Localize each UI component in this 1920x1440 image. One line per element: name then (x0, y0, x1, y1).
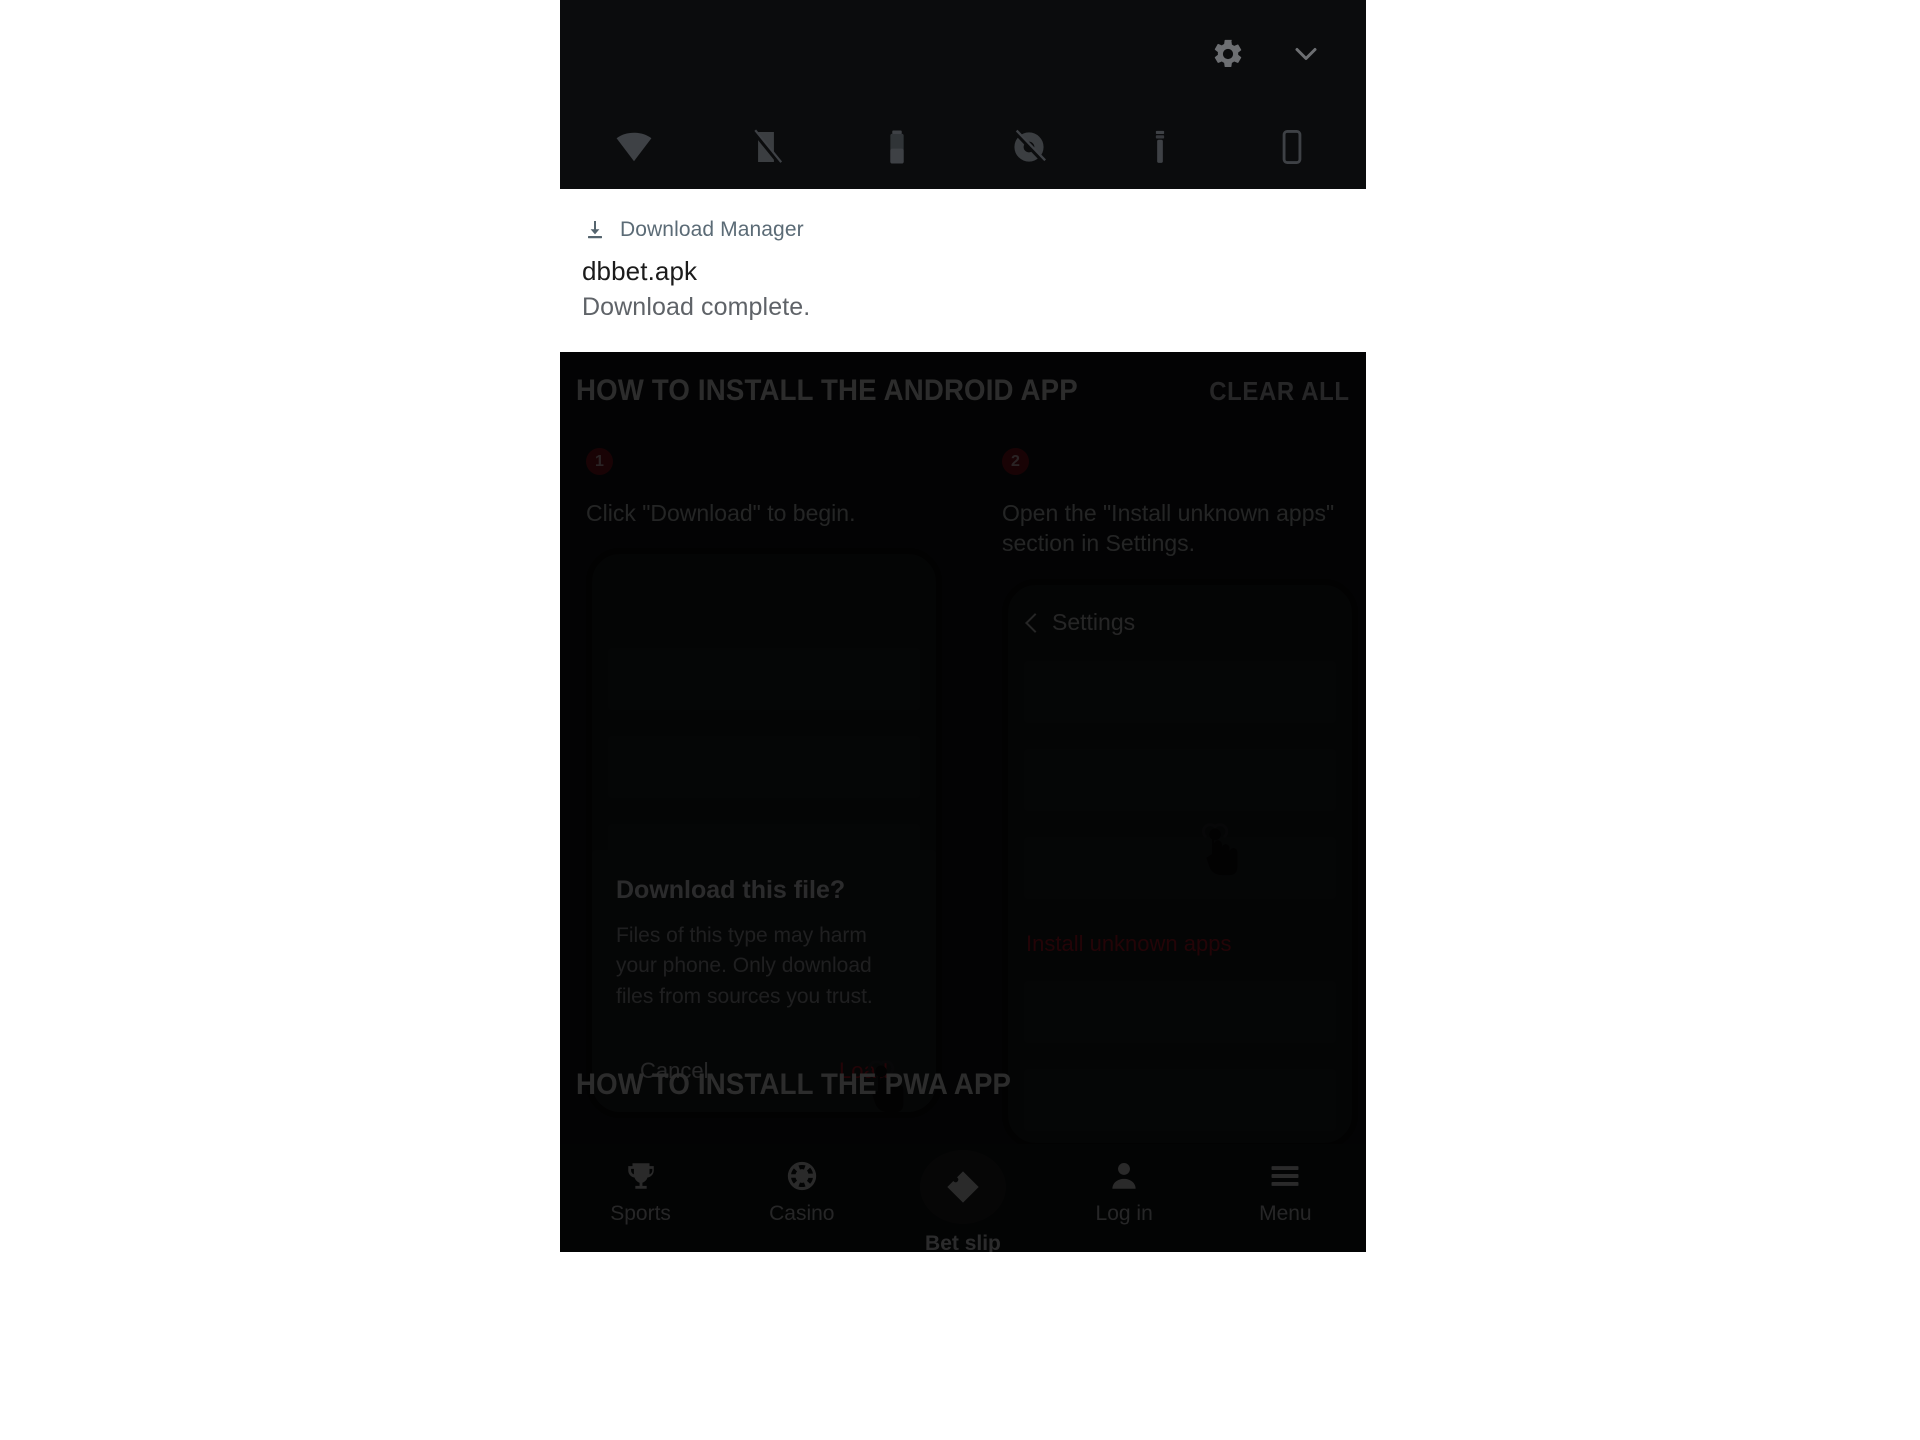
skeleton-row (608, 736, 920, 799)
flashlight-icon[interactable] (1114, 116, 1206, 178)
casino-chip-icon (782, 1156, 822, 1196)
install-steps: 1 Click "Download" to begin. Download th… (576, 448, 1358, 1149)
android-section-title: HOW TO INSTALL THE ANDROID APP (576, 374, 1078, 407)
install-step-2: 2 Open the "Install unknown apps" sectio… (1002, 448, 1362, 1149)
phone-rotate-icon[interactable] (1246, 116, 1338, 178)
nav-label: Menu (1259, 1202, 1312, 1225)
dialog-title: Download this file? (616, 876, 846, 905)
dialog-body: Files of this type may harm your phone. … (616, 924, 873, 1008)
pwa-section-header: HOW TO INSTALL THE PWA APP (576, 1068, 1049, 1102)
step-number-badge: 1 (586, 448, 613, 475)
skeleton-row (608, 648, 920, 711)
diamond-icon (919, 1150, 1006, 1224)
nav-label: Sports (610, 1202, 671, 1225)
install-unknown-apps-link[interactable]: Install unknown apps (1024, 925, 1336, 963)
android-section-header: HOW TO INSTALL THE ANDROID APP CLEAR ALL (576, 352, 1350, 408)
notification-app-name: Download Manager (620, 218, 804, 241)
nav-item-casino[interactable]: Casino (732, 1156, 872, 1226)
person-icon (1104, 1156, 1144, 1196)
mockup-screen: Settings Install unknown apps (1008, 585, 1352, 1143)
mockup-settings-label: Settings (1052, 609, 1136, 636)
skeleton-row (1024, 980, 1336, 1043)
phone-mockup-download: Download this file? Files of this type m… (586, 548, 942, 1119)
app-page-behind-shade: HOW TO INSTALL THE ANDROID APP CLEAR ALL… (560, 352, 1366, 1252)
nav-item-sports[interactable]: Sports (571, 1156, 711, 1226)
mockup-settings-back-row[interactable]: Settings (1024, 603, 1336, 643)
trophy-icon (621, 1156, 661, 1196)
nav-item-menu[interactable]: Menu (1215, 1156, 1355, 1226)
hamburger-icon (1265, 1156, 1305, 1196)
skeleton-row (1024, 1068, 1336, 1131)
bottom-navigation: Sports Casino Bet slip Log in Menu (560, 1144, 1366, 1252)
gear-icon[interactable] (1206, 32, 1250, 76)
page-content: HOW TO INSTALL THE ANDROID APP CLEAR ALL… (560, 352, 1366, 1252)
download-notification[interactable]: Download Manager dbbet.apk Download comp… (560, 215, 1366, 322)
notification-subtitle: Download complete. (582, 293, 811, 321)
phone-screen: Download Manager dbbet.apk Download comp… (560, 0, 1366, 1440)
quick-settings-header (1206, 0, 1366, 108)
chevron-left-icon (1025, 612, 1045, 633)
install-step-1: 1 Click "Download" to begin. Download th… (586, 448, 946, 1149)
clear-all-button[interactable]: CLEAR ALL (1210, 376, 1350, 407)
phone-mockup-settings: Settings Install unknown apps (1002, 578, 1358, 1149)
notification-shade: Download Manager dbbet.apk Download comp… (560, 189, 1366, 352)
nav-label: Log in (1095, 1202, 1153, 1225)
step-text: Click "Download" to begin. (586, 500, 856, 526)
nav-item-bet-slip[interactable]: Bet slip (893, 1150, 1033, 1252)
quick-settings-tiles (560, 108, 1366, 189)
skeleton-row (1024, 836, 1336, 899)
skeleton-row (1024, 748, 1336, 811)
nav-label: Casino (769, 1202, 835, 1225)
chevron-down-icon[interactable] (1284, 32, 1328, 76)
pwa-section-title: HOW TO INSTALL THE PWA APP (576, 1068, 1012, 1101)
nav-item-log-in[interactable]: Log in (1054, 1156, 1194, 1226)
wifi-icon[interactable] (588, 116, 680, 178)
mobile-data-off-icon[interactable] (720, 116, 812, 178)
skeleton-row (1024, 660, 1336, 723)
quick-settings-panel (560, 0, 1366, 189)
notification-title: dbbet.apk (582, 256, 698, 286)
step-number-badge: 2 (1002, 448, 1029, 475)
step-text: Open the "Install unknown apps" section … (1002, 500, 1335, 557)
nav-label: Bet slip (925, 1232, 1001, 1252)
download-icon (582, 217, 608, 243)
sound-off-icon[interactable] (983, 116, 1075, 178)
battery-icon[interactable] (851, 116, 943, 178)
notification-app-row: Download Manager (582, 215, 1344, 245)
